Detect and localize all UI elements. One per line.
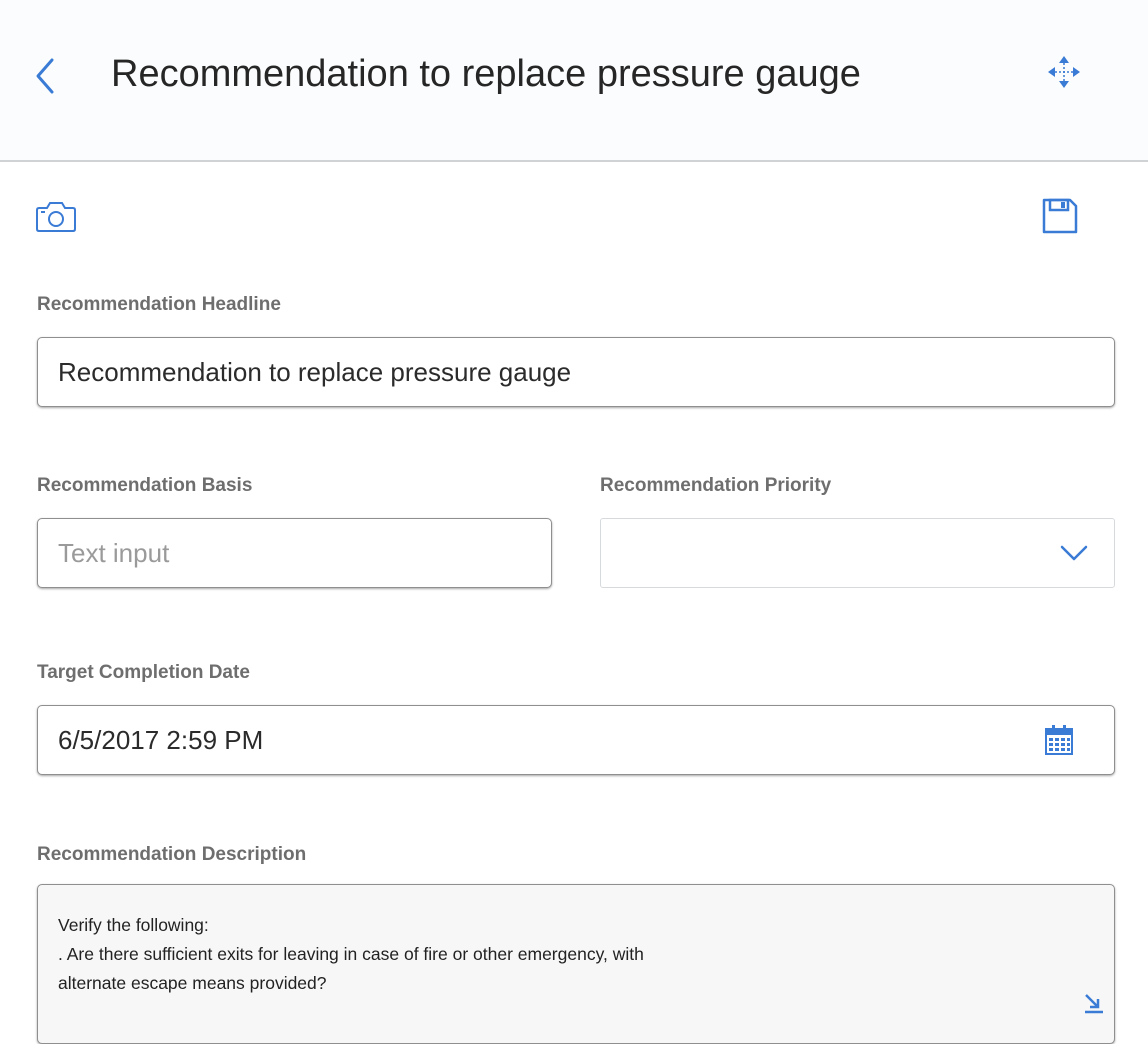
basis-label: Recommendation Basis (37, 475, 253, 496)
save-disk-icon (1042, 198, 1078, 234)
headline-value: Recommendation to replace pressure gauge (58, 356, 572, 387)
chevron-down-icon (1060, 545, 1088, 561)
move-arrows-icon (1048, 56, 1080, 88)
description-label: Recommendation Description (37, 844, 307, 865)
page-title: Recommendation to replace pressure gauge (111, 53, 861, 95)
description-textarea[interactable]: Verify the following: . Are there suffic… (37, 884, 1115, 1044)
move-button[interactable] (1046, 54, 1082, 90)
headline-label: Recommendation Headline (37, 294, 281, 315)
target-date-label: Target Completion Date (37, 662, 250, 683)
priority-label: Recommendation Priority (600, 475, 832, 496)
save-button[interactable] (1040, 196, 1080, 236)
camera-icon (36, 202, 76, 232)
page-header: Recommendation to replace pressure gauge (0, 0, 1148, 162)
target-date-value: 6/5/2017 2:59 PM (58, 724, 264, 755)
target-date-input[interactable]: 6/5/2017 2:59 PM (37, 705, 1115, 775)
priority-select[interactable] (600, 518, 1115, 588)
camera-button[interactable] (35, 198, 77, 234)
chevron-left-icon (36, 58, 54, 94)
resize-corner-icon[interactable] (1083, 992, 1105, 1014)
calendar-icon[interactable] (1044, 724, 1074, 756)
back-button[interactable] (30, 56, 62, 96)
basis-placeholder: Text input (58, 537, 170, 568)
headline-input[interactable]: Recommendation to replace pressure gauge (37, 337, 1115, 407)
basis-input[interactable]: Text input (37, 518, 552, 588)
